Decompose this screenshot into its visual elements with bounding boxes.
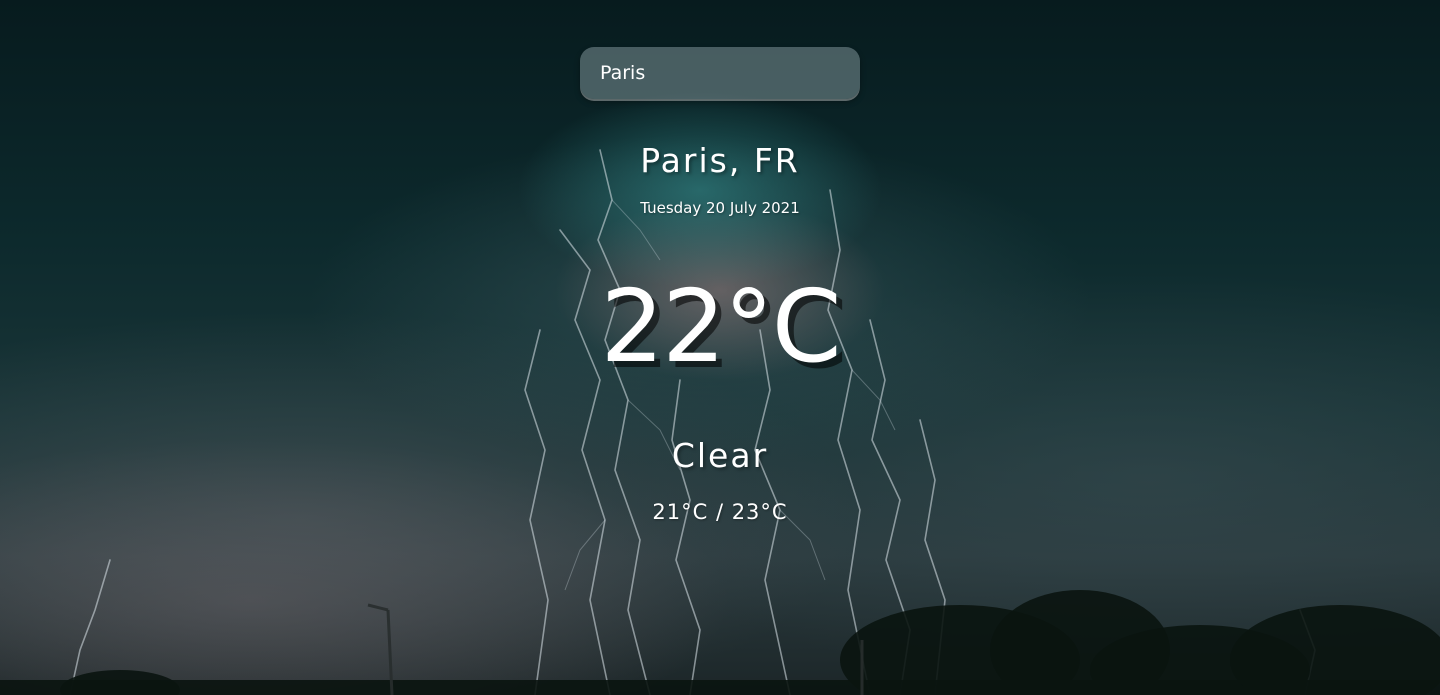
current-temperature: 22°C — [600, 268, 841, 385]
weather-app: Paris, FR Tuesday 20 July 2021 22°C Clea… — [0, 0, 1440, 695]
location-name: Paris, FR — [640, 141, 800, 180]
temperature-range: 21°C / 23°C — [652, 500, 788, 524]
weather-condition: Clear — [671, 436, 769, 475]
current-date: Tuesday 20 July 2021 — [640, 199, 800, 217]
search-input[interactable] — [580, 47, 860, 99]
